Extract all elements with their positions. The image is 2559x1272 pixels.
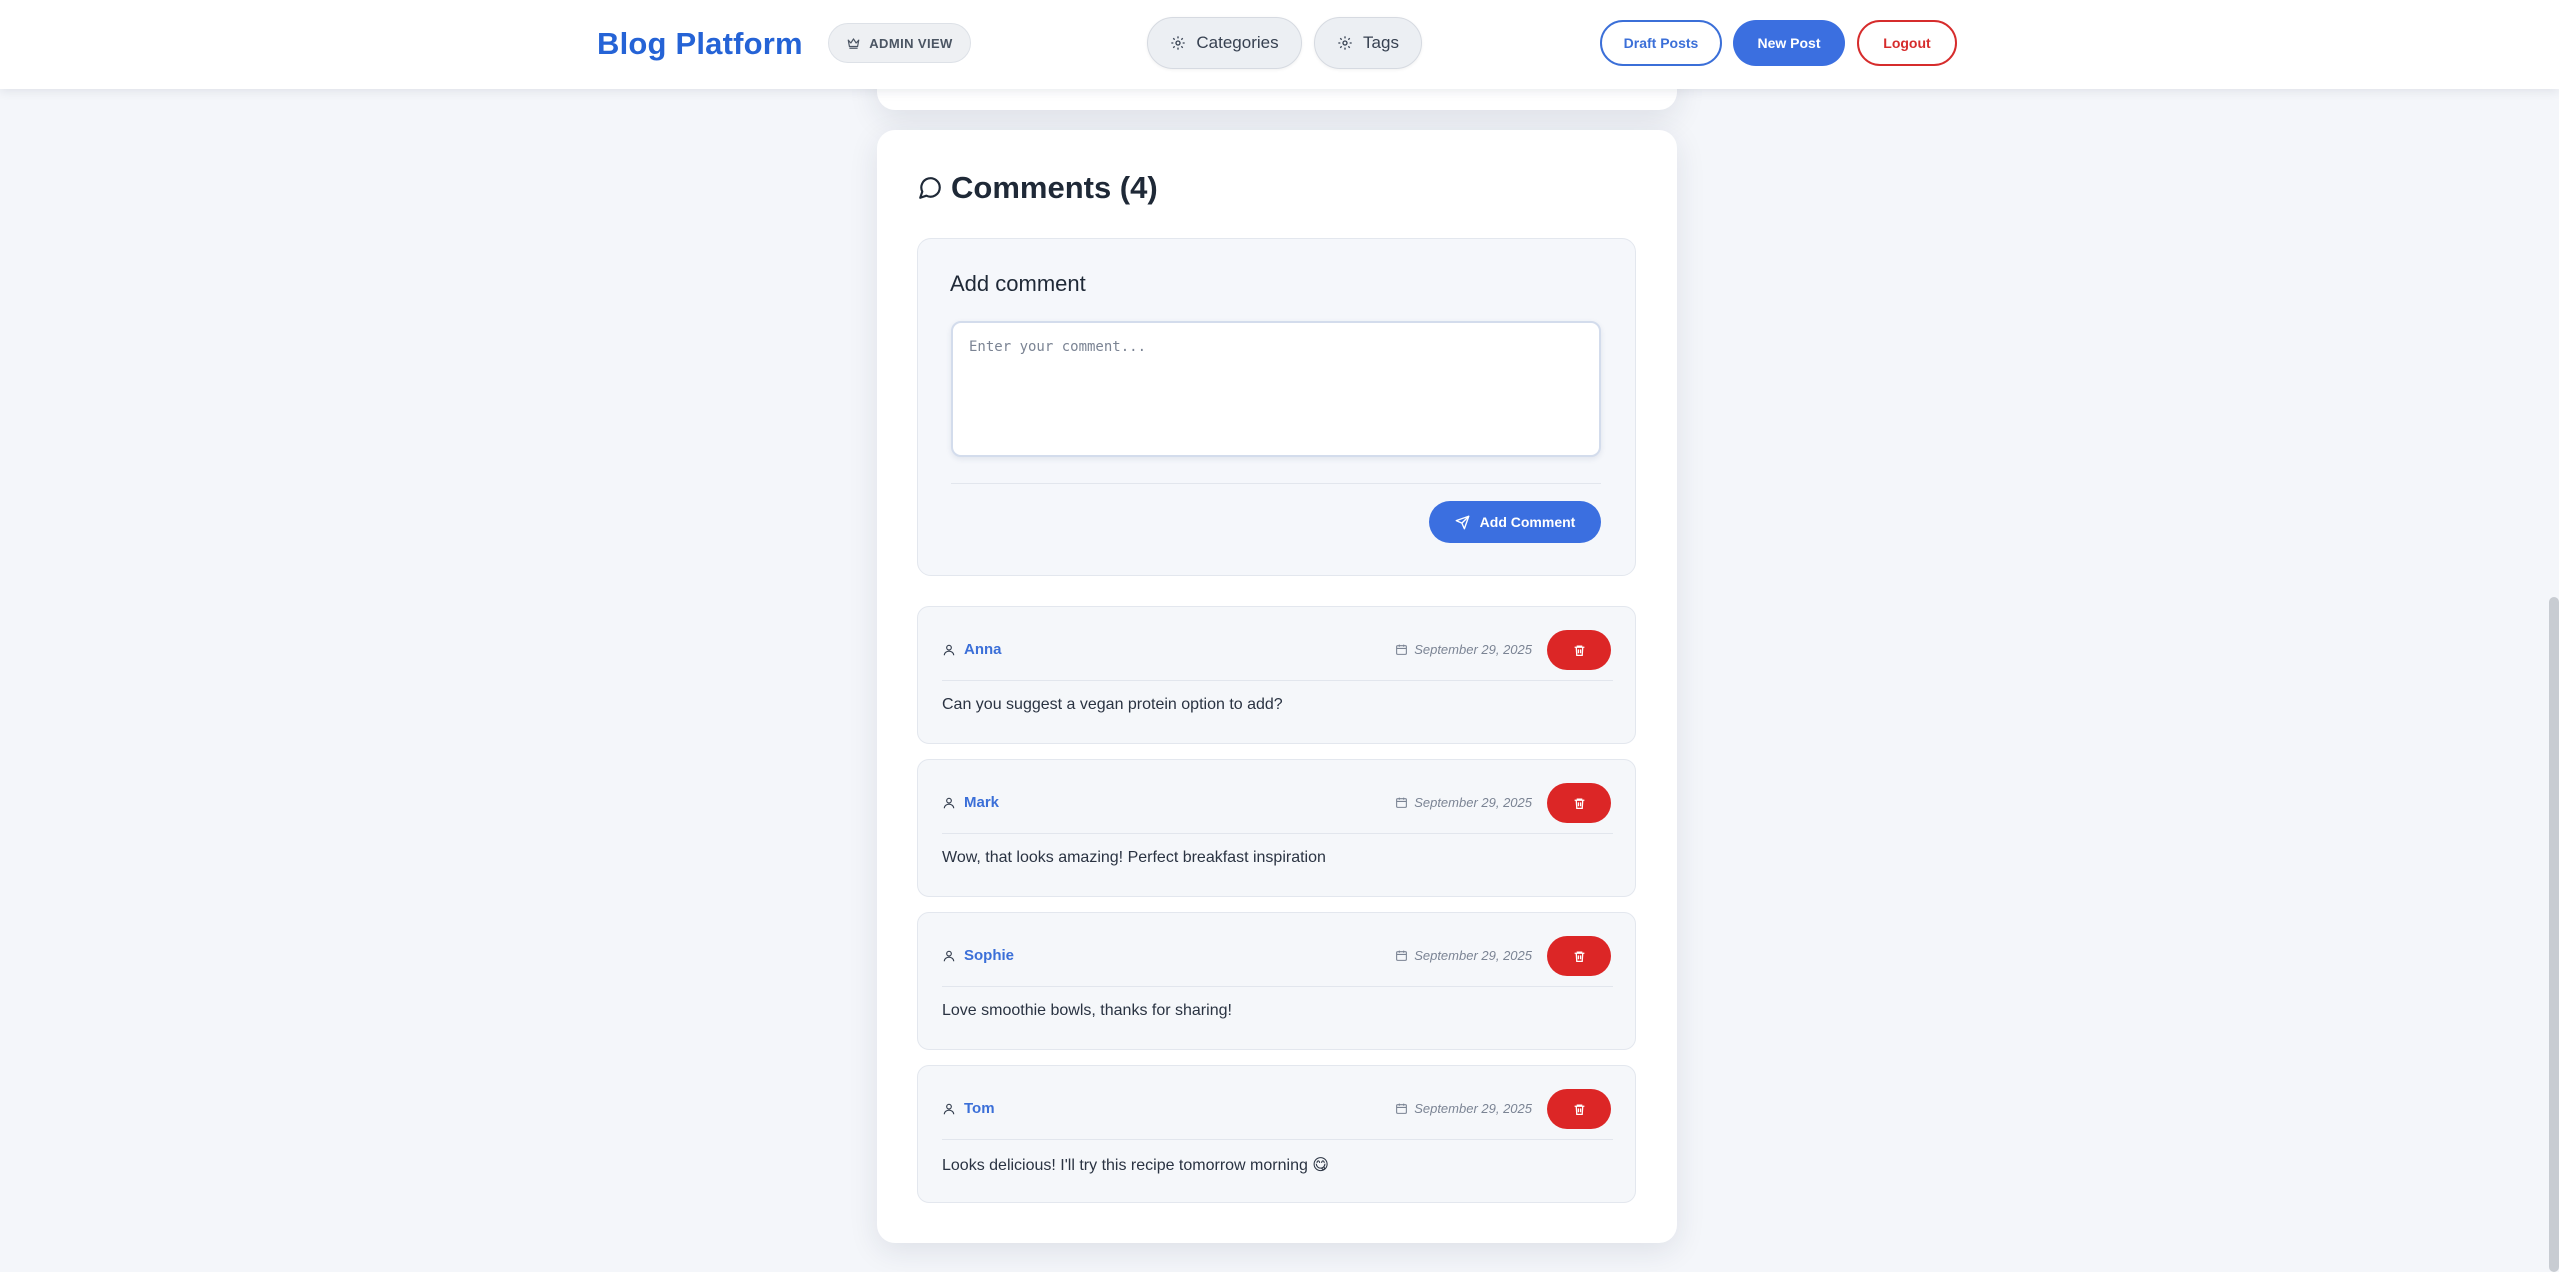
comments-title: Comments (4) bbox=[951, 170, 1158, 205]
comments-card: Comments (4) Add comment Add Comment Ann… bbox=[877, 130, 1677, 1243]
comment-author-name: Sophie bbox=[964, 947, 1015, 964]
add-comment-title: Add comment bbox=[950, 271, 1086, 296]
gear-icon bbox=[1337, 35, 1353, 51]
add-comment-button[interactable]: Add Comment bbox=[1429, 501, 1601, 543]
calendar-icon bbox=[1395, 643, 1408, 656]
comment-author-name: Anna bbox=[964, 641, 1002, 658]
comment-date-text: September 29, 2025 bbox=[1414, 948, 1532, 963]
trash-icon bbox=[1573, 1103, 1586, 1116]
comment-text: Looks delicious! I'll try this recipe to… bbox=[942, 1157, 1329, 1174]
comment-author[interactable]: Mark bbox=[942, 794, 999, 811]
comment-date-text: September 29, 2025 bbox=[1414, 1101, 1532, 1116]
comment-text: Love smoothie bowls, thanks for sharing! bbox=[942, 1002, 1232, 1019]
divider bbox=[942, 986, 1613, 987]
comment-text: Wow, that looks amazing! Perfect breakfa… bbox=[942, 849, 1326, 866]
comment-item: Tom September 29, 2025 Looks delicious! … bbox=[917, 1065, 1636, 1203]
send-icon bbox=[1455, 515, 1470, 530]
comment-item: Anna September 29, 2025 Can you suggest … bbox=[917, 606, 1636, 744]
nav-tags-label: Tags bbox=[1363, 33, 1399, 52]
calendar-icon bbox=[1395, 949, 1408, 962]
comments-heading: Comments (4) bbox=[917, 170, 1158, 206]
calendar-icon bbox=[1395, 796, 1408, 809]
admin-view-badge: ADMIN VIEW bbox=[828, 23, 971, 63]
comment-item: Mark September 29, 2025 Wow, that looks … bbox=[917, 759, 1636, 897]
user-icon bbox=[942, 643, 956, 657]
new-post-button[interactable]: New Post bbox=[1733, 20, 1845, 66]
trash-icon bbox=[1573, 797, 1586, 810]
divider bbox=[942, 1139, 1613, 1140]
top-navbar: Blog Platform ADMIN VIEW Categories Tags… bbox=[0, 0, 2559, 89]
nav-categories-label: Categories bbox=[1196, 33, 1279, 52]
user-icon bbox=[942, 1102, 956, 1116]
comment-author[interactable]: Anna bbox=[942, 641, 1002, 658]
comment-textarea[interactable] bbox=[951, 321, 1601, 457]
speech-bubble-icon bbox=[917, 175, 943, 201]
divider bbox=[951, 483, 1601, 484]
divider bbox=[942, 680, 1613, 681]
nav-tags[interactable]: Tags bbox=[1314, 17, 1422, 69]
delete-comment-button[interactable] bbox=[1547, 630, 1611, 670]
comment-date-text: September 29, 2025 bbox=[1414, 795, 1532, 810]
nav-categories[interactable]: Categories bbox=[1147, 17, 1302, 69]
add-comment-label: Add Comment bbox=[1479, 514, 1576, 530]
crown-icon bbox=[846, 36, 861, 50]
trash-icon bbox=[1573, 644, 1586, 657]
admin-view-label: ADMIN VIEW bbox=[869, 35, 953, 51]
comment-text: Can you suggest a vegan protein option t… bbox=[942, 696, 1283, 713]
user-icon bbox=[942, 796, 956, 810]
trash-icon bbox=[1573, 950, 1586, 963]
comment-author-name: Tom bbox=[964, 1100, 995, 1117]
comment-date: September 29, 2025 bbox=[1395, 642, 1532, 657]
delete-comment-button[interactable] bbox=[1547, 936, 1611, 976]
calendar-icon bbox=[1395, 1102, 1408, 1115]
draft-posts-button[interactable]: Draft Posts bbox=[1600, 20, 1722, 66]
logout-button[interactable]: Logout bbox=[1857, 20, 1957, 66]
delete-comment-button[interactable] bbox=[1547, 783, 1611, 823]
comment-author[interactable]: Sophie bbox=[942, 947, 1014, 964]
brand-logo[interactable]: Blog Platform bbox=[597, 26, 803, 62]
page-scrollbar[interactable] bbox=[2549, 597, 2559, 1272]
delete-comment-button[interactable] bbox=[1547, 1089, 1611, 1129]
comment-author[interactable]: Tom bbox=[942, 1100, 995, 1117]
user-icon bbox=[942, 949, 956, 963]
add-comment-form: Add comment Add Comment bbox=[917, 238, 1636, 576]
comment-item: Sophie September 29, 2025 Love smoothie … bbox=[917, 912, 1636, 1050]
comment-date-text: September 29, 2025 bbox=[1414, 642, 1532, 657]
comment-date: September 29, 2025 bbox=[1395, 795, 1532, 810]
comment-date: September 29, 2025 bbox=[1395, 1101, 1532, 1116]
comment-date: September 29, 2025 bbox=[1395, 948, 1532, 963]
divider bbox=[942, 833, 1613, 834]
gear-icon bbox=[1170, 35, 1186, 51]
comment-author-name: Mark bbox=[964, 794, 1000, 811]
